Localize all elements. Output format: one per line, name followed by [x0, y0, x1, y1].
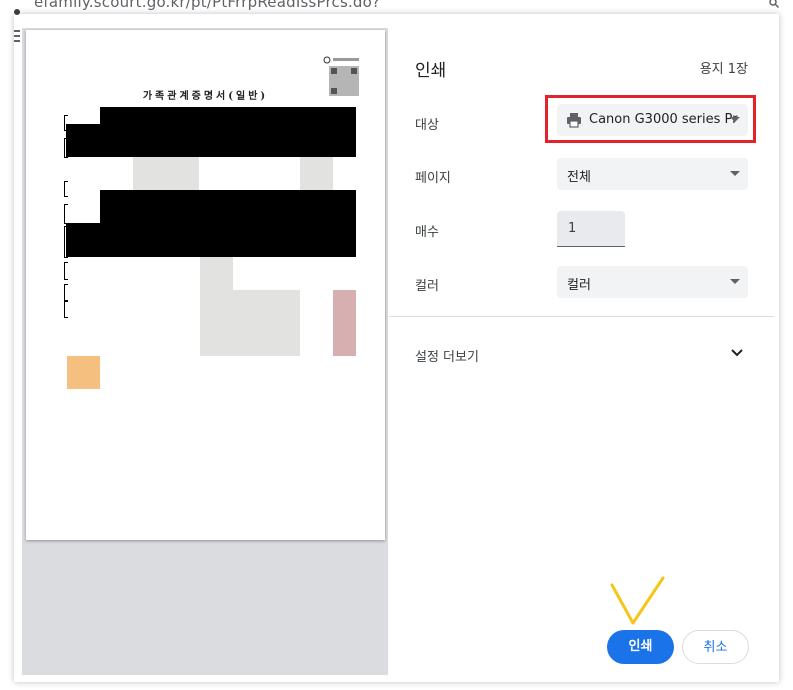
preview-page: 가족관계증명서(일반)	[26, 30, 385, 540]
redaction	[100, 190, 356, 223]
color-label: 컬러	[415, 279, 439, 294]
table-border	[64, 226, 68, 258]
table-border	[64, 262, 68, 280]
copies-label: 매수	[415, 225, 439, 240]
table-border	[64, 300, 68, 318]
table-cell	[300, 157, 333, 190]
table-cell	[133, 157, 199, 190]
pages-select[interactable]: 전체	[557, 158, 748, 190]
search-icon[interactable]	[769, 0, 779, 8]
sheet-count: 용지 1장	[699, 62, 748, 77]
table-cell	[67, 356, 100, 389]
copies-input[interactable]: 1	[557, 211, 625, 247]
address-url: efamily.scourt.go.kr/pt/PtFrrpReadIssPrc…	[34, 0, 381, 11]
table-cell	[333, 290, 356, 356]
cancel-button[interactable]: 취소	[682, 630, 749, 664]
print-button[interactable]: 인쇄	[607, 630, 674, 664]
pages-label: 페이지	[415, 171, 451, 186]
table-border	[64, 204, 68, 224]
divider	[389, 316, 774, 317]
chevron-down-icon	[730, 171, 740, 176]
redaction	[66, 124, 356, 157]
table-border	[64, 181, 68, 197]
document-title: 가족관계증명서(일반)	[142, 91, 269, 102]
table-cell	[200, 257, 233, 290]
table-cell	[200, 290, 300, 356]
color-value: 컬러	[567, 278, 591, 293]
chevron-down-icon[interactable]	[731, 348, 743, 358]
pages-value: 전체	[567, 170, 591, 185]
table-border	[64, 115, 68, 131]
destination-label: 대상	[415, 118, 439, 133]
checkmark-annotation	[610, 576, 665, 625]
table-border	[64, 138, 68, 158]
redaction	[100, 107, 356, 124]
redaction	[66, 223, 356, 257]
print-title: 인쇄	[415, 61, 447, 81]
highlight-box	[545, 95, 756, 143]
color-select[interactable]: 컬러	[557, 266, 748, 298]
more-settings-toggle[interactable]: 설정 더보기	[415, 346, 479, 365]
chevron-down-icon	[730, 279, 740, 284]
